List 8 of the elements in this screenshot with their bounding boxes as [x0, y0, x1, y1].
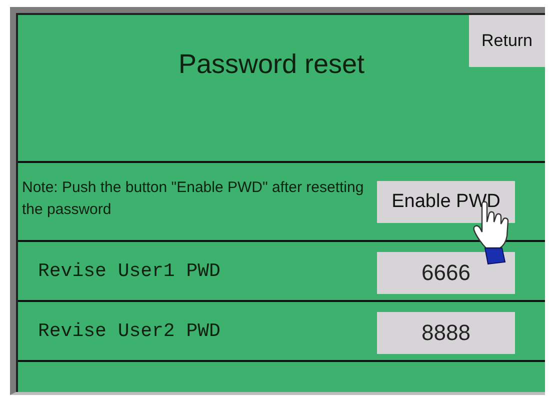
- row-label: Revise User1 PWD: [37, 260, 222, 282]
- enable-pwd-button[interactable]: Enable PWD: [377, 180, 515, 222]
- note-text: Note: Push the button "Enable PWD" after resetting the password: [22, 178, 365, 220]
- screen-title: Password reset: [178, 49, 365, 81]
- password-field[interactable]: 6666: [377, 252, 515, 294]
- return-button[interactable]: Return: [469, 15, 545, 67]
- row-label: Revise User2 PWD: [37, 320, 222, 342]
- password-field[interactable]: 8888: [377, 312, 515, 354]
